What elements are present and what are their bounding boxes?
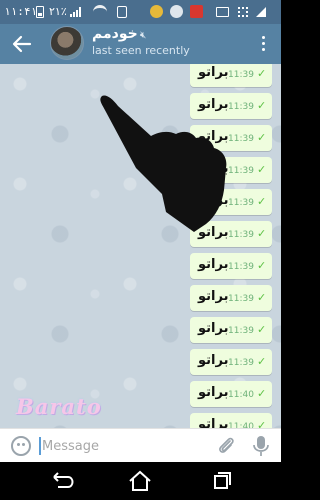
message-time: 11:39 <box>228 70 254 80</box>
message-bubble[interactable]: براتو 11:39 ✓ <box>190 189 272 215</box>
signal-triangle-icon <box>256 7 266 17</box>
emoji-icon[interactable] <box>11 436 31 456</box>
message-text: براتو <box>198 193 229 208</box>
message-bubble[interactable]: براتو 11:39 ✓ <box>190 125 272 151</box>
wifi-icon <box>93 5 107 19</box>
check-icon: ✓ <box>257 419 267 428</box>
chat-header: خودمم 🔇︎ last seen recently <box>0 24 281 64</box>
message-time: 11:39 <box>228 358 254 368</box>
message-time: 11:39 <box>228 102 254 112</box>
message-bubble[interactable]: براتو 11:39 ✓ <box>190 157 272 183</box>
message-time: 11:39 <box>228 134 254 144</box>
home-icon[interactable] <box>122 467 158 495</box>
check-icon: ✓ <box>257 195 267 208</box>
message-text: براتو <box>198 161 229 176</box>
message-time: 11:39 <box>228 166 254 176</box>
check-icon: ✓ <box>257 99 267 112</box>
check-icon: ✓ <box>257 355 267 368</box>
check-icon: ✓ <box>257 323 267 336</box>
check-icon: ✓ <box>257 259 267 272</box>
arrow-left-icon <box>12 35 32 53</box>
status-time: ۱۱:۴۱ <box>4 5 38 18</box>
back-button[interactable] <box>8 30 36 58</box>
apps-icon <box>238 7 248 17</box>
message-time: 11:40 <box>228 390 254 400</box>
telegram-notification-icon <box>170 5 183 18</box>
avatar[interactable] <box>50 26 84 60</box>
message-bubble[interactable]: براتو 11:39 ✓ <box>190 253 272 279</box>
battery-icon <box>36 6 44 18</box>
check-icon: ✓ <box>257 227 267 240</box>
check-icon: ✓ <box>257 387 267 400</box>
chat-title[interactable]: خودمم <box>92 26 138 42</box>
message-text: براتو <box>198 65 229 80</box>
message-text: براتو <box>198 257 229 272</box>
message-bubble[interactable]: براتو 11:39 ✓ <box>190 285 272 311</box>
message-bubble[interactable]: براتو 11:39 ✓ <box>190 317 272 343</box>
check-icon: ✓ <box>257 131 267 144</box>
message-bubble[interactable]: براتو 11:40 ✓ <box>190 381 272 407</box>
signal-icon <box>70 7 82 17</box>
message-bubble[interactable]: براتو 11:39 ✓ <box>190 64 272 87</box>
gmail-icon <box>216 7 229 17</box>
message-bubble[interactable]: براتو 11:39 ✓ <box>190 93 272 119</box>
message-time: 11:39 <box>228 262 254 272</box>
message-time: 11:39 <box>228 198 254 208</box>
message-composer <box>0 428 281 462</box>
status-bar: ۱۱:۴۱ ۲۱٪ <box>0 0 281 24</box>
check-icon: ✓ <box>257 163 267 176</box>
message-text: براتو <box>198 289 229 304</box>
usb-icon <box>117 6 127 18</box>
message-text: براتو <box>198 353 229 368</box>
app-notification-icon <box>190 5 203 18</box>
chat-subtitle: last seen recently <box>92 44 190 57</box>
app-notification-icon <box>150 5 163 18</box>
mute-icon: 🔇︎ <box>140 30 147 41</box>
recents-icon[interactable] <box>203 467 239 495</box>
message-text: براتو <box>198 97 229 112</box>
message-text: براتو <box>198 129 229 144</box>
microphone-icon[interactable] <box>252 435 270 457</box>
message-text: براتو <box>198 385 229 400</box>
system-nav-bar <box>0 462 281 500</box>
message-time: 11:39 <box>228 294 254 304</box>
watermark-logo: Barato <box>16 394 102 419</box>
message-text: براتو <box>198 417 229 428</box>
check-icon: ✓ <box>257 291 267 304</box>
message-bubble[interactable]: براتو 11:40 ✓ <box>190 413 272 428</box>
message-list[interactable]: براتو 11:39 ✓ براتو 11:39 ✓ براتو 11:39 ✓ براتو 11… <box>0 64 281 428</box>
message-time: 11:39 <box>228 326 254 336</box>
more-options-button[interactable] <box>255 32 271 56</box>
message-bubble[interactable]: براتو 11:39 ✓ <box>190 221 272 247</box>
message-bubble[interactable]: براتو 11:39 ✓ <box>190 349 272 375</box>
battery-percent: ۲۱٪ <box>49 5 67 18</box>
text-cursor <box>39 437 41 455</box>
message-input[interactable] <box>42 435 192 457</box>
message-text: براتو <box>198 321 229 336</box>
paperclip-icon[interactable] <box>216 436 236 456</box>
message-time: 11:39 <box>228 230 254 240</box>
check-icon: ✓ <box>257 67 267 80</box>
message-text: براتو <box>198 225 229 240</box>
back-icon[interactable] <box>44 467 80 495</box>
